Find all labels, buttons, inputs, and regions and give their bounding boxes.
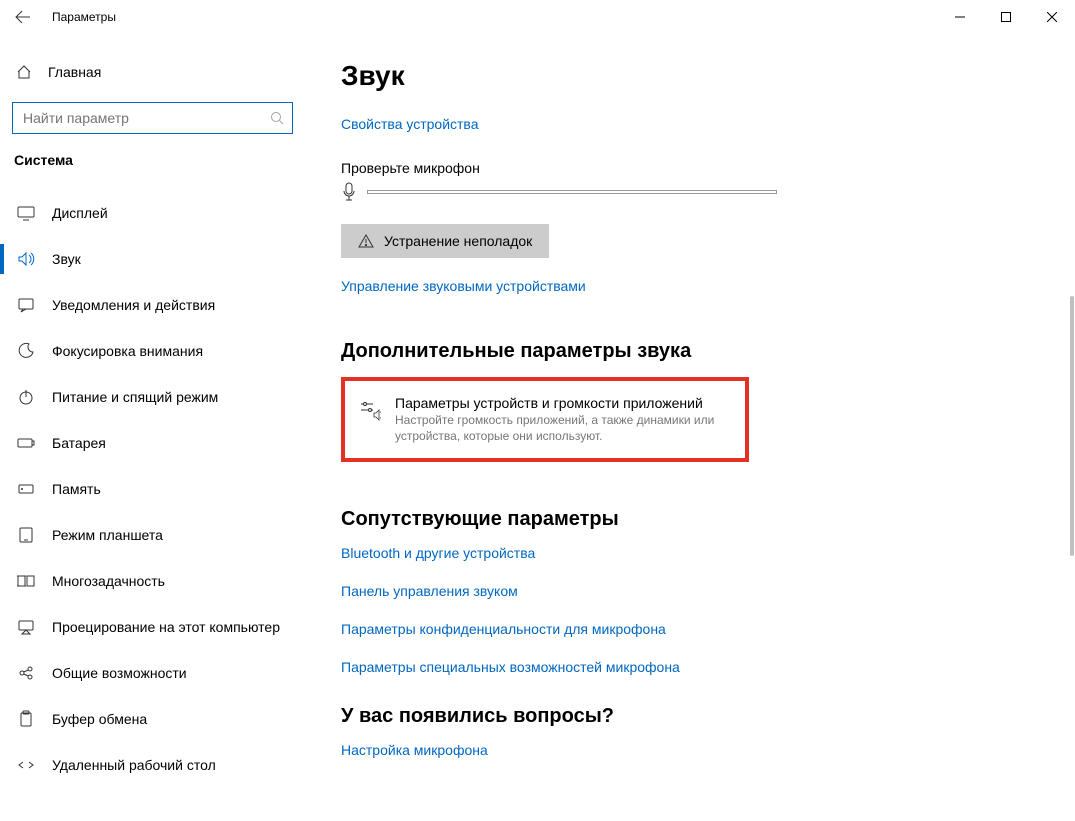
sidebar-item-display[interactable]: Дисплей bbox=[0, 190, 305, 236]
clipboard-icon bbox=[16, 710, 36, 728]
mic-level-row bbox=[341, 182, 1075, 202]
mic-setup-link[interactable]: Настройка микрофона bbox=[341, 742, 488, 758]
storage-icon bbox=[16, 480, 36, 498]
maximize-button[interactable] bbox=[983, 0, 1029, 34]
battery-icon bbox=[16, 434, 36, 452]
sidebar-item-clipboard[interactable]: Буфер обмена bbox=[0, 696, 305, 742]
questions-heading: У вас появились вопросы? bbox=[341, 705, 1075, 728]
sidebar-item-power[interactable]: Питание и спящий режим bbox=[0, 374, 305, 420]
sound-icon bbox=[16, 250, 36, 268]
notifications-icon bbox=[16, 296, 36, 314]
sidebar-item-label: Проецирование на этот компьютер bbox=[52, 619, 280, 635]
category-header: Система bbox=[0, 152, 305, 168]
sidebar-item-sound[interactable]: Звук bbox=[0, 236, 305, 282]
close-button[interactable] bbox=[1029, 0, 1075, 34]
sidebar-item-projecting[interactable]: Проецирование на этот компьютер bbox=[0, 604, 305, 650]
tablet-icon bbox=[16, 526, 36, 544]
card-title: Параметры устройств и громкости приложен… bbox=[395, 395, 727, 411]
home-label: Главная bbox=[48, 64, 101, 80]
sidebar-item-storage[interactable]: Память bbox=[0, 466, 305, 512]
device-properties-link[interactable]: Свойства устройства bbox=[341, 116, 479, 132]
sidebar-item-notifications[interactable]: Уведомления и действия bbox=[0, 282, 305, 328]
troubleshoot-button[interactable]: Устранение неполадок bbox=[341, 224, 549, 258]
sidebar-item-label: Дисплей bbox=[52, 205, 108, 221]
minimize-button[interactable] bbox=[937, 0, 983, 34]
related-link-mic-ease[interactable]: Параметры специальных возможностей микро… bbox=[341, 659, 1075, 675]
troubleshoot-label: Устранение неполадок bbox=[384, 233, 532, 249]
related-heading: Сопутствующие параметры bbox=[341, 508, 1075, 531]
warning-icon bbox=[358, 233, 374, 249]
sidebar-item-label: Многозадачность bbox=[52, 573, 165, 589]
titlebar: Параметры bbox=[0, 0, 1075, 34]
manage-devices-link[interactable]: Управление звуковыми устройствами bbox=[341, 278, 586, 294]
sidebar-item-battery[interactable]: Батарея bbox=[0, 420, 305, 466]
microphone-icon bbox=[341, 182, 357, 202]
window-controls bbox=[937, 0, 1075, 34]
related-link-bluetooth[interactable]: Bluetooth и другие устройства bbox=[341, 545, 1075, 561]
display-icon bbox=[16, 204, 36, 222]
sidebar-item-focus[interactable]: Фокусировка внимания bbox=[0, 328, 305, 374]
advanced-heading: Дополнительные параметры звука bbox=[341, 340, 1075, 363]
sidebar-item-label: Батарея bbox=[52, 435, 106, 451]
sidebar-item-label: Питание и спящий режим bbox=[52, 389, 218, 405]
home-nav[interactable]: Главная bbox=[0, 54, 305, 90]
sidebar-item-label: Буфер обмена bbox=[52, 711, 147, 727]
sidebar: Главная Система Дисплей Звук Уведомления… bbox=[0, 34, 305, 821]
multitasking-icon bbox=[16, 572, 36, 590]
power-icon bbox=[16, 388, 36, 406]
sidebar-item-shared[interactable]: Общие возможности bbox=[0, 650, 305, 696]
sidebar-item-label: Режим планшета bbox=[52, 527, 163, 543]
card-description: Настройте громкость приложений, а также … bbox=[395, 413, 727, 444]
search-input[interactable] bbox=[21, 109, 270, 127]
sidebar-item-remote[interactable]: Удаленный рабочий стол bbox=[0, 742, 305, 788]
scrollbar[interactable] bbox=[1070, 296, 1074, 556]
test-mic-label: Проверьте микрофон bbox=[341, 160, 1075, 176]
back-button[interactable] bbox=[0, 0, 46, 34]
window-title: Параметры bbox=[52, 10, 116, 24]
related-link-sound-panel[interactable]: Панель управления звуком bbox=[341, 583, 1075, 599]
sidebar-item-label: Фокусировка внимания bbox=[52, 343, 203, 359]
search-box[interactable] bbox=[12, 102, 293, 134]
page-title: Звук bbox=[341, 60, 1075, 92]
sidebar-item-tablet[interactable]: Режим планшета bbox=[0, 512, 305, 558]
sidebar-item-label: Звук bbox=[52, 251, 81, 267]
shared-icon bbox=[16, 664, 36, 682]
sidebar-item-label: Общие возможности bbox=[52, 665, 187, 681]
sidebar-item-label: Память bbox=[52, 481, 101, 497]
sidebar-item-label: Уведомления и действия bbox=[52, 297, 215, 313]
remote-icon bbox=[16, 756, 36, 774]
projecting-icon bbox=[16, 618, 36, 636]
mic-level-bar bbox=[367, 190, 777, 194]
sliders-icon bbox=[359, 399, 381, 444]
sidebar-item-multitasking[interactable]: Многозадачность bbox=[0, 558, 305, 604]
search-icon bbox=[270, 111, 284, 125]
moon-icon bbox=[16, 342, 36, 360]
home-icon bbox=[16, 64, 32, 80]
sidebar-item-label: Удаленный рабочий стол bbox=[52, 757, 216, 773]
content-area: Звук Свойства устройства Проверьте микро… bbox=[305, 34, 1075, 821]
app-volume-card[interactable]: Параметры устройств и громкости приложен… bbox=[341, 377, 749, 462]
related-link-mic-privacy[interactable]: Параметры конфиденциальности для микрофо… bbox=[341, 621, 1075, 637]
